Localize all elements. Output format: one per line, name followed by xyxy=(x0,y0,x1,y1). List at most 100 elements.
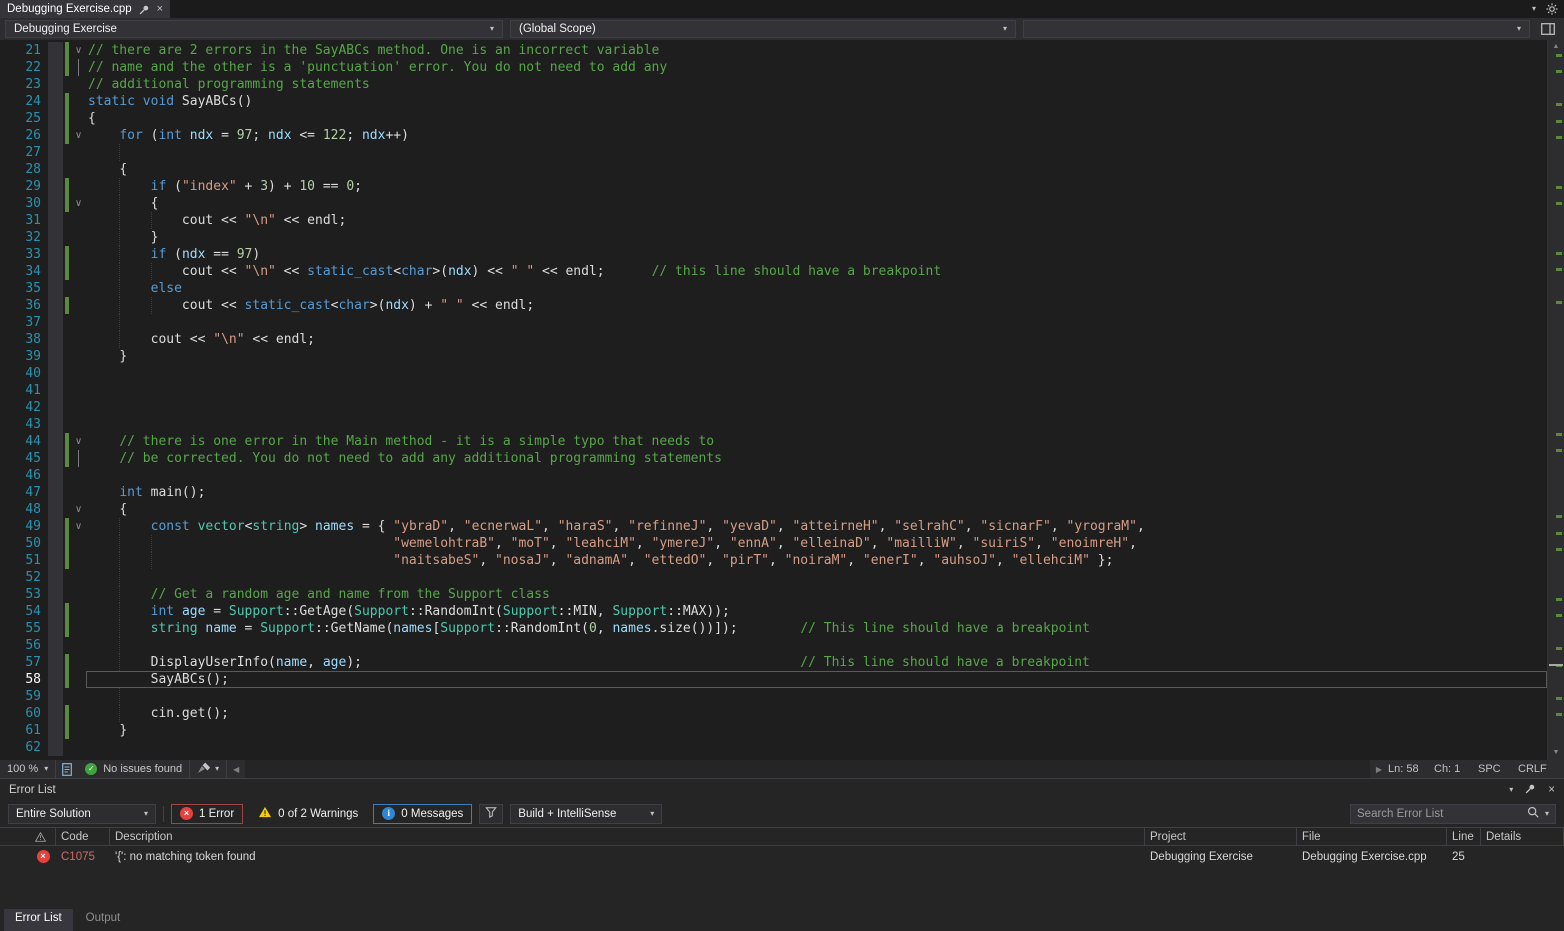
breakpoint-margin[interactable] xyxy=(48,331,63,348)
code-text[interactable]: const vector<string> names = { "ybraD", … xyxy=(86,518,1547,535)
code-text[interactable] xyxy=(86,688,1547,705)
line-number[interactable]: 40 xyxy=(0,365,48,382)
code-text[interactable]: // Get a random age and name from the Su… xyxy=(86,586,1547,603)
line-number[interactable]: 47 xyxy=(0,484,48,501)
open-files-chevron-icon[interactable]: ▾ xyxy=(1532,5,1536,13)
breakpoint-margin[interactable] xyxy=(48,654,63,671)
code-text[interactable]: if (ndx == 97) xyxy=(86,246,1547,263)
line-number[interactable]: 27 xyxy=(0,144,48,161)
line-number[interactable]: 22 xyxy=(0,59,48,76)
fold-collapse-icon[interactable]: ∨ xyxy=(71,42,86,59)
fold-collapse-icon[interactable]: ∨ xyxy=(71,518,86,535)
search-options-chevron-icon[interactable]: ▾ xyxy=(1545,810,1549,818)
code-text[interactable]: } xyxy=(86,348,1547,365)
error-row[interactable]: ×C1075'{': no matching token foundDebugg… xyxy=(0,846,1564,867)
breakpoint-margin[interactable] xyxy=(48,212,63,229)
code-text[interactable] xyxy=(86,739,1547,756)
severity-column-header[interactable] xyxy=(30,828,56,845)
breakpoint-margin[interactable] xyxy=(48,535,63,552)
column-header-file[interactable]: File xyxy=(1297,828,1447,845)
line-number[interactable]: 42 xyxy=(0,399,48,416)
breakpoint-margin[interactable] xyxy=(48,246,63,263)
spaces-indicator[interactable]: SPC xyxy=(1478,763,1518,775)
fold-collapse-icon[interactable]: ∨ xyxy=(71,501,86,518)
line-number[interactable]: 21 xyxy=(0,42,48,59)
warnings-filter-button[interactable]: 0 of 2 Warnings xyxy=(250,804,366,824)
breakpoint-margin[interactable] xyxy=(48,603,63,620)
breakpoint-margin[interactable] xyxy=(48,450,63,467)
code-line[interactable]: 28 { xyxy=(0,161,1547,178)
line-number[interactable]: 38 xyxy=(0,331,48,348)
line-number[interactable]: 36 xyxy=(0,297,48,314)
code-line[interactable]: 47 int main(); xyxy=(0,484,1547,501)
code-line[interactable]: 56 xyxy=(0,637,1547,654)
code-line[interactable]: 22// name and the other is a 'punctuatio… xyxy=(0,59,1547,76)
code-text[interactable]: for (int ndx = 97; ndx <= 122; ndx++) xyxy=(86,127,1547,144)
code-line[interactable]: 42 xyxy=(0,399,1547,416)
line-number[interactable]: 44 xyxy=(0,433,48,450)
code-text[interactable] xyxy=(86,399,1547,416)
code-text[interactable]: int main(); xyxy=(86,484,1547,501)
source-filter-dropdown[interactable]: Build + IntelliSense ▾ xyxy=(510,804,662,824)
column-header-description[interactable]: Description xyxy=(110,828,1145,845)
code-text[interactable] xyxy=(86,467,1547,484)
code-text[interactable]: cin.get(); xyxy=(86,705,1547,722)
code-line[interactable]: 52 xyxy=(0,569,1547,586)
breakpoint-margin[interactable] xyxy=(48,314,63,331)
line-number[interactable]: 30 xyxy=(0,195,48,212)
breakpoint-margin[interactable] xyxy=(48,280,63,297)
code-text[interactable]: else xyxy=(86,280,1547,297)
code-line[interactable]: 25{ xyxy=(0,110,1547,127)
line-number[interactable]: 49 xyxy=(0,518,48,535)
scope-dropdown[interactable]: (Global Scope) ▾ xyxy=(510,20,1016,38)
code-line[interactable]: 24static void SayABCs() xyxy=(0,93,1547,110)
code-line[interactable]: 31 cout << "\n" << endl; xyxy=(0,212,1547,229)
line-number[interactable]: 41 xyxy=(0,382,48,399)
code-line[interactable]: 49 ∨ const vector<string> names = { "ybra… xyxy=(0,518,1547,535)
line-number[interactable]: 62 xyxy=(0,739,48,756)
close-icon[interactable]: × xyxy=(157,4,163,15)
code-text[interactable]: cout << "\n" << static_cast<char>(ndx) <… xyxy=(86,263,1547,280)
pin-icon[interactable] xyxy=(139,4,150,15)
breakpoint-margin[interactable] xyxy=(48,76,63,93)
code-text[interactable] xyxy=(86,416,1547,433)
line-number[interactable]: 57 xyxy=(0,654,48,671)
line-number[interactable]: 29 xyxy=(0,178,48,195)
panel-tab-error-list[interactable]: Error List xyxy=(4,909,73,931)
code-text[interactable]: string name = Support::GetName(names[Sup… xyxy=(86,620,1547,637)
fold-collapse-icon[interactable]: ∨ xyxy=(71,127,86,144)
breakpoint-margin[interactable] xyxy=(48,110,63,127)
code-line[interactable]: 46 xyxy=(0,467,1547,484)
column-header-details[interactable]: Details xyxy=(1481,828,1564,845)
code-line[interactable]: 23// additional programming statements xyxy=(0,76,1547,93)
issues-status[interactable]: ✓ No issues found xyxy=(78,763,189,775)
breakpoint-margin[interactable] xyxy=(48,416,63,433)
code-line[interactable]: 43 xyxy=(0,416,1547,433)
breakpoint-margin[interactable] xyxy=(48,501,63,518)
filter-button[interactable] xyxy=(479,804,503,824)
code-text[interactable]: "naitsabeS", "nosaJ", "adnamA", "ettedO"… xyxy=(86,552,1547,569)
scroll-down-icon[interactable]: ▼ xyxy=(1548,746,1564,760)
horizontal-scrollbar[interactable] xyxy=(245,760,1370,778)
column-header-line[interactable]: Line xyxy=(1447,828,1481,845)
code-text[interactable]: cout << "\n" << endl; xyxy=(86,212,1547,229)
code-line[interactable]: 60 cin.get(); xyxy=(0,705,1547,722)
fold-collapse-icon[interactable]: ∨ xyxy=(71,195,86,212)
breakpoint-margin[interactable] xyxy=(48,348,63,365)
line-number[interactable]: 60 xyxy=(0,705,48,722)
code-text[interactable]: } xyxy=(86,229,1547,246)
line-number[interactable]: 34 xyxy=(0,263,48,280)
code-text[interactable]: cout << static_cast<char>(ndx) + " " << … xyxy=(86,297,1547,314)
code-line[interactable]: 55 string name = Support::GetName(names[… xyxy=(0,620,1547,637)
code-text[interactable]: SayABCs(); xyxy=(86,671,1547,688)
breakpoint-margin[interactable] xyxy=(48,382,63,399)
code-line[interactable]: 45 // be corrected. You do not need to a… xyxy=(0,450,1547,467)
breakpoint-margin[interactable] xyxy=(48,161,63,178)
breakpoint-margin[interactable] xyxy=(48,127,63,144)
hscroll-right-icon[interactable]: ▶ xyxy=(1370,765,1388,774)
line-number[interactable]: 52 xyxy=(0,569,48,586)
breakpoint-margin[interactable] xyxy=(48,59,63,76)
code-line[interactable]: 26∨ for (int ndx = 97; ndx <= 122; ndx++… xyxy=(0,127,1547,144)
breakpoint-margin[interactable] xyxy=(48,467,63,484)
line-number[interactable]: 23 xyxy=(0,76,48,93)
